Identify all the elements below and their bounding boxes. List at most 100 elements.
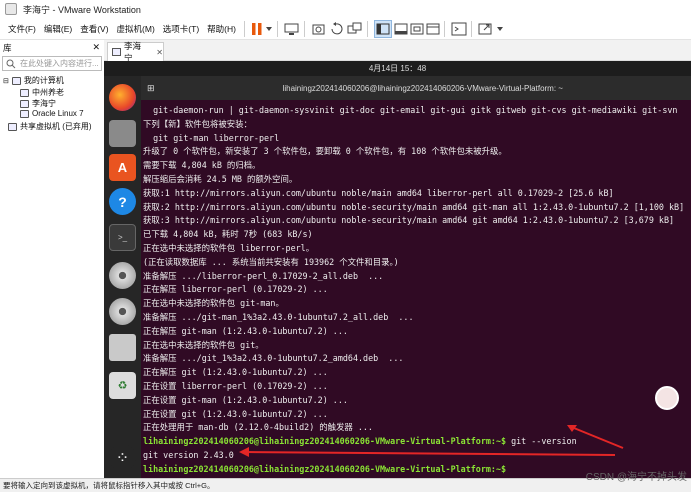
tab-strip xyxy=(104,40,691,61)
vm-icon xyxy=(112,48,121,56)
terminal-line: 正在解压 liberror-perl (0.17029-2) ... xyxy=(143,283,691,297)
help-icon[interactable]: ? xyxy=(109,188,136,215)
firefox-icon[interactable] xyxy=(109,84,136,111)
revert-snapshot-button[interactable] xyxy=(329,20,345,38)
console-view-button[interactable] xyxy=(451,20,467,38)
output-text: 准备解压 .../git-man_1%3a2.43.0-1ubuntu7.2_a… xyxy=(143,311,414,322)
terminal-line: 已下载 4,804 kB，耗时 7秒 (683 kB/s) xyxy=(143,228,691,242)
toolbar-divider xyxy=(366,20,368,37)
app-center-icon[interactable]: A xyxy=(109,154,136,181)
floating-avatar[interactable] xyxy=(655,386,679,410)
tree-item-my-computer[interactable]: ⊟ 我的计算机 xyxy=(3,75,64,86)
output-text: 需要下载 4,804 kB 的归档。 xyxy=(143,160,261,171)
thumbnail-bar-button[interactable] xyxy=(394,20,408,38)
pause-icon xyxy=(251,22,262,35)
trash-icon[interactable]: ♻ xyxy=(109,372,136,399)
terminal-line: lihainingz202414060206@lihainingz2024140… xyxy=(143,435,691,449)
menu-vm[interactable]: 虚拟机(M) xyxy=(113,23,159,35)
disc-icon[interactable] xyxy=(109,298,136,325)
tree-vm-label: Oracle Linux 7 xyxy=(32,109,84,118)
tree-item-vm[interactable]: Oracle Linux 7 xyxy=(20,109,84,118)
stretch-dropdown-button[interactable] xyxy=(496,20,504,38)
stretch-icon xyxy=(478,23,492,34)
unity-icon xyxy=(426,23,440,34)
vm-icon xyxy=(20,109,29,118)
title-bar: 李海宁 - VMware Workstation xyxy=(0,0,691,18)
vm-icon xyxy=(20,99,29,108)
close-icon[interactable]: ✕ xyxy=(92,42,100,53)
terminal-line: 正在解压 git-man (1:2.43.0-1ubuntu7.2) ... xyxy=(143,325,691,339)
guest-clock[interactable]: 4月14日 15：48 xyxy=(369,64,426,73)
terminal-line: 正在处理用于 man-db (2.12.0-4build2) 的触发器 ... xyxy=(143,421,691,435)
vm-icon xyxy=(20,88,29,97)
output-text: 正在解压 git (1:2.43.0-1ubuntu7.2) ... xyxy=(143,367,328,378)
files-icon[interactable] xyxy=(109,120,136,147)
terminal-header: ⊞ lihainingz202414060206@lihainingz20241… xyxy=(141,76,691,100)
send-keys-button[interactable] xyxy=(284,20,300,38)
menu-file[interactable]: 文件(F) xyxy=(4,23,40,35)
terminal-icon[interactable]: >_ xyxy=(109,224,136,251)
output-text: 获取:3 http://mirrors.aliyun.com/ubuntu no… xyxy=(143,215,675,226)
terminal-line: 正在选中未选择的软件包 git。 xyxy=(143,339,691,353)
library-header: 库 ✕ xyxy=(0,40,104,55)
terminal-icon xyxy=(451,22,467,35)
snapshot-icon xyxy=(312,24,325,34)
toolbar-divider xyxy=(303,20,305,37)
close-icon[interactable]: ✕ xyxy=(156,48,163,57)
computer-icon xyxy=(11,76,21,85)
terminal-line: 升级了 0 个软件包，新安装了 3 个软件包，要卸载 0 个软件包，有 108 … xyxy=(143,145,691,159)
output-text: 准备解压 .../git_1%3a2.43.0-1ubuntu7.2_amd64… xyxy=(143,353,404,364)
collapse-icon: ⊟ xyxy=(3,77,9,85)
terminal-line: 正在设置 liberror-perl (0.17029-2) ... xyxy=(143,380,691,394)
terminal-line: 正在设置 git-man (1:2.43.0-1ubuntu7.2) ... xyxy=(143,394,691,408)
tree-root-label: 我的计算机 xyxy=(23,76,64,85)
output-text: 获取:2 http://mirrors.aliyun.com/ubuntu no… xyxy=(143,201,685,212)
library-tree: ⊟ 我的计算机 中州养老 李海宁 Oracle Linux 7 共享虚拟机 (已… xyxy=(0,73,104,478)
toolbar-divider xyxy=(243,20,245,37)
stretch-guest-button[interactable] xyxy=(478,20,494,38)
library-search-input[interactable]: 在此处键入内容进行... xyxy=(2,56,102,71)
terminal-line: 获取:2 http://mirrors.aliyun.com/ubuntu no… xyxy=(143,201,691,215)
drive-icon[interactable] xyxy=(109,334,136,361)
guest-top-bar: 4月14日 15：48 xyxy=(104,61,691,76)
unity-button[interactable] xyxy=(426,20,440,38)
output-text: 正在设置 liberror-perl (0.17029-2) ... xyxy=(143,380,328,391)
power-dropdown-button[interactable] xyxy=(265,20,273,38)
shell-prompt: lihainingz202414060206@lihainingz2024140… xyxy=(143,436,507,447)
menu-view[interactable]: 查看(V) xyxy=(76,23,112,35)
snapshot-button[interactable] xyxy=(311,20,327,38)
tree-vm-label: 中州养老 xyxy=(32,88,64,97)
search-icon xyxy=(6,59,16,68)
terminal-line: 准备解压 .../git_1%3a2.43.0-1ubuntu7.2_amd64… xyxy=(143,352,691,366)
window-title: 李海宁 - VMware Workstation xyxy=(23,4,141,15)
output-text: 正在处理用于 man-db (2.12.0-4build2) 的触发器 ... xyxy=(143,422,373,433)
new-tab-icon[interactable]: ⊞ xyxy=(147,83,155,94)
terminal-line: 正在选中未选择的软件包 liberror-perl。 xyxy=(143,242,691,256)
output-text: 正在设置 git (1:2.43.0-1ubuntu7.2) ... xyxy=(143,408,328,419)
shared-vm-icon xyxy=(8,122,17,131)
tree-item-vm[interactable]: 中州养老 xyxy=(20,87,64,98)
manage-snapshots-button[interactable] xyxy=(347,20,363,38)
disc-icon[interactable] xyxy=(109,262,136,289)
terminal-output[interactable]: git-daemon-run | git-daemon-sysvinit git… xyxy=(141,100,691,478)
pause-button[interactable] xyxy=(251,20,263,38)
menu-edit[interactable]: 编辑(E) xyxy=(40,23,76,35)
full-screen-button[interactable] xyxy=(410,20,424,38)
terminal-line: 下列【新】软件包将被安装： xyxy=(143,118,691,132)
tab-vm[interactable]: 李海宁 ✕ xyxy=(107,41,164,63)
menu-help[interactable]: 帮助(H) xyxy=(203,23,240,35)
menu-tabs[interactable]: 选项卡(T) xyxy=(159,23,203,35)
output-text: (正在读取数据库 ... 系统当前共安装有 193962 个文件和目录。) xyxy=(143,256,399,267)
output-text: git-daemon-run | git-daemon-sysvinit git… xyxy=(143,105,678,115)
show-library-button[interactable] xyxy=(373,19,392,38)
terminal-line: 需要下载 4,804 kB 的归档。 xyxy=(143,159,691,173)
terminal-line: 正在选中未选择的软件包 git-man。 xyxy=(143,297,691,311)
output-text: 正在选中未选择的软件包 liberror-perl。 xyxy=(143,242,315,253)
show-apps-icon[interactable]: ⁘ xyxy=(109,444,136,471)
output-text: 获取:1 http://mirrors.aliyun.com/ubuntu no… xyxy=(143,187,614,198)
output-text: 已下载 4,804 kB，耗时 7秒 (683 kB/s) xyxy=(143,229,313,240)
tree-item-shared-vms[interactable]: 共享虚拟机 (已弃用) xyxy=(8,121,92,132)
tree-item-vm-selected[interactable]: 李海宁 xyxy=(20,98,56,109)
command-text: git --version xyxy=(506,436,577,447)
terminal-line: 获取:3 http://mirrors.aliyun.com/ubuntu no… xyxy=(143,214,691,228)
